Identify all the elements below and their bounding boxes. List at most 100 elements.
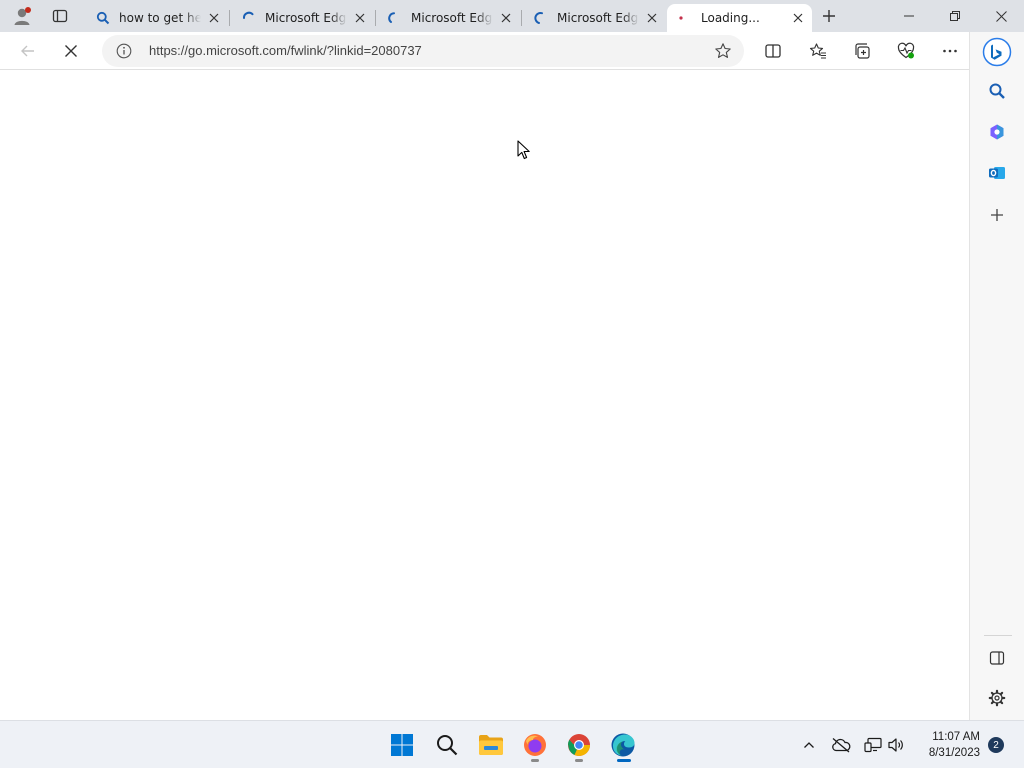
browser-essentials-icon (897, 42, 915, 59)
outlook-icon (989, 167, 1005, 179)
folder-icon (479, 735, 503, 755)
close-tab-icon[interactable] (790, 10, 806, 26)
bing-chat-button[interactable] (981, 36, 1013, 68)
tab-microsoft-edge-3[interactable]: Microsoft Edge (523, 4, 666, 32)
back-arrow-icon (21, 45, 34, 57)
tab-microsoft-edge-2[interactable]: Microsoft Edge (377, 4, 520, 32)
tab-microsoft-edge-1[interactable]: Microsoft Edge (231, 4, 374, 32)
new-tab-button[interactable] (815, 4, 843, 28)
minimize-icon (904, 15, 914, 17)
favorites-icon (809, 43, 826, 59)
gear-icon (988, 689, 1006, 707)
address-bar[interactable]: https://go.microsoft.com/fwlink/?linkid=… (102, 35, 744, 67)
network-icon (864, 737, 882, 753)
url-text[interactable]: https://go.microsoft.com/fwlink/?linkid=… (149, 43, 422, 58)
collections-button[interactable] (846, 35, 878, 67)
taskbar-search-button[interactable] (429, 727, 465, 763)
collections-icon (855, 43, 870, 59)
close-tab-icon[interactable] (206, 10, 222, 26)
system-clock[interactable]: 11:07 AM 8/31/2023 (914, 729, 980, 761)
favorite-star-icon[interactable] (714, 42, 732, 60)
close-tab-icon[interactable] (352, 10, 368, 26)
search-icon (95, 10, 111, 26)
file-explorer-button[interactable] (473, 727, 509, 763)
edge-sidebar (969, 32, 1024, 720)
split-screen-icon (765, 44, 781, 58)
edge-icon (611, 733, 635, 757)
sidebar-tools-button[interactable] (982, 117, 1012, 147)
tab-separator (521, 10, 522, 26)
clock-time: 11:07 AM (932, 731, 980, 743)
back-button[interactable] (12, 35, 44, 67)
tab-title: Microsoft Edge (557, 11, 639, 25)
plus-icon (991, 209, 1003, 221)
loading-dot-icon (677, 10, 693, 26)
tab-actions-icon (52, 9, 68, 23)
tab-strip: how to get help in windows Microsoft Edg… (0, 0, 1024, 32)
search-icon (437, 735, 458, 756)
page-content[interactable] (0, 70, 969, 720)
more-dots-icon (943, 49, 957, 53)
profile-button[interactable] (4, 0, 40, 32)
speaker-icon (888, 738, 903, 752)
close-tab-icon[interactable] (498, 10, 514, 26)
mouse-cursor-icon (517, 140, 530, 160)
browser-essentials-button[interactable] (890, 35, 922, 67)
clock-date: 8/31/2023 (928, 747, 980, 759)
cloud-offline-icon (832, 738, 851, 753)
tab-title: Loading... (701, 11, 760, 25)
info-icon[interactable] (116, 43, 132, 59)
loading-spinner-icon (241, 10, 257, 26)
sidebar-toggle-icon (989, 651, 1005, 665)
firefox-icon (524, 734, 546, 756)
loading-spinner-icon (387, 10, 403, 26)
tab-separator (229, 10, 230, 26)
profile-icon (14, 7, 31, 25)
close-window-button[interactable] (978, 0, 1024, 32)
network-tray-button[interactable] (862, 734, 884, 756)
favorites-button[interactable] (802, 35, 834, 67)
search-icon (989, 83, 1005, 99)
active-indicator (617, 759, 631, 762)
tab-title: Microsoft Edge (265, 11, 347, 25)
plus-icon (823, 10, 835, 22)
taskbar: 11:07 AM 8/31/2023 2 (0, 720, 1024, 768)
sidebar-settings-button[interactable] (982, 683, 1012, 713)
start-button[interactable] (384, 727, 420, 763)
loading-spinner-icon (533, 10, 549, 26)
tab-title: how to get help in windows (119, 11, 201, 25)
windows-logo-icon (391, 734, 413, 756)
minimize-button[interactable] (886, 0, 932, 32)
sidebar-divider (984, 635, 1012, 636)
notification-badge[interactable]: 2 (988, 737, 1004, 753)
restore-button[interactable] (932, 0, 978, 32)
sidebar-search-button[interactable] (982, 76, 1012, 106)
stop-icon (65, 45, 77, 57)
close-icon (995, 10, 1007, 22)
sidebar-add-button[interactable] (982, 200, 1012, 230)
restore-icon (950, 11, 960, 21)
firefox-button[interactable] (517, 727, 553, 763)
hide-sidebar-button[interactable] (982, 643, 1012, 673)
running-indicator (531, 759, 539, 762)
volume-tray-button[interactable] (885, 734, 907, 756)
close-tab-icon[interactable] (644, 10, 660, 26)
chrome-icon (568, 734, 590, 756)
browser-toolbar: https://go.microsoft.com/fwlink/?linkid=… (0, 32, 1024, 70)
sidebar-outlook-button[interactable] (982, 158, 1012, 188)
settings-and-more-button[interactable] (934, 35, 966, 67)
chevron-up-icon (804, 742, 814, 748)
stop-loading-button[interactable] (55, 35, 87, 67)
chrome-button[interactable] (561, 727, 597, 763)
bing-icon (982, 37, 1012, 67)
show-hidden-icons-button[interactable] (798, 734, 820, 756)
running-indicator (575, 759, 583, 762)
edge-button[interactable] (605, 727, 641, 763)
tab-actions-button[interactable] (42, 0, 78, 32)
onedrive-tray-button[interactable] (830, 734, 852, 756)
tab-title: Microsoft Edge (411, 11, 493, 25)
tab-separator (375, 10, 376, 26)
tab-search[interactable]: how to get help in windows (85, 4, 228, 32)
tab-loading[interactable]: Loading... (667, 4, 812, 32)
split-screen-button[interactable] (757, 35, 789, 67)
